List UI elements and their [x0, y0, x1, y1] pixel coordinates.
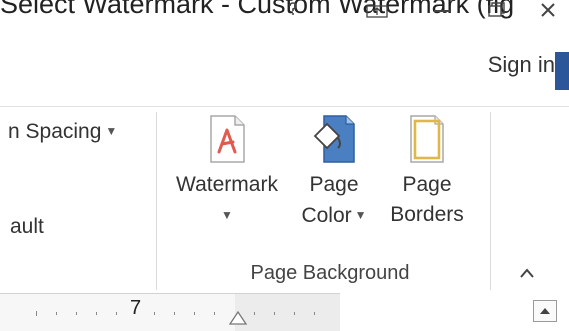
page-borders-button[interactable]: Page Borders: [377, 114, 477, 230]
page-color-button[interactable]: Page Color ▼: [296, 114, 372, 231]
ruler-tick: [314, 312, 315, 315]
page-borders-label-line2: Borders: [390, 203, 464, 226]
window-controls: [0, 0, 569, 28]
scroll-up-button[interactable]: [533, 300, 557, 322]
account-accent-edge: [555, 52, 569, 90]
paragraph-spacing-label: n Spacing: [8, 120, 102, 143]
group-separator: [490, 112, 491, 290]
watermark-button[interactable]: Watermark ▼: [168, 114, 286, 230]
ruler-tick: [56, 312, 57, 315]
paragraph-spacing-button[interactable]: n Spacing ▼: [8, 120, 117, 144]
chevron-down-icon: ▼: [221, 208, 233, 222]
ruler-tick: [76, 312, 77, 315]
ribbon-display-icon[interactable]: [366, 2, 388, 23]
indent-marker-icon[interactable]: [228, 308, 248, 331]
ruler-tick: [254, 312, 255, 315]
page-color-label-line1: Page: [309, 173, 359, 196]
ruler-tick: [36, 311, 37, 316]
ruler-tick: [154, 312, 155, 315]
ruler-tick: [214, 312, 215, 315]
ribbon-tab-bar: [0, 36, 569, 106]
set-as-default-button[interactable]: ault: [10, 215, 44, 239]
ruler-tick: [174, 312, 175, 315]
watermark-label: Watermark: [176, 173, 278, 196]
chevron-down-icon: ▼: [354, 208, 367, 222]
sign-in-link[interactable]: Sign in: [488, 52, 555, 78]
page-background-group-label: Page Background: [250, 262, 410, 284]
ruler-tick: [194, 312, 195, 315]
watermark-icon: [210, 115, 245, 163]
ruler-tick: [274, 312, 275, 315]
set-as-default-label: ault: [10, 215, 44, 238]
ruler-number: 7: [130, 297, 142, 319]
help-icon[interactable]: [287, 2, 299, 21]
ruler-tick: [96, 312, 97, 315]
page-color-icon: [313, 115, 355, 163]
collapse-ribbon-icon[interactable]: [519, 263, 535, 284]
triangle-up-icon: [540, 308, 550, 314]
page-borders-label-line1: Page: [402, 173, 452, 196]
page-borders-icon: [410, 115, 444, 163]
horizontal-ruler[interactable]: 7: [0, 293, 340, 331]
chevron-down-icon: ▼: [105, 124, 118, 138]
restore-icon[interactable]: [487, 2, 505, 23]
close-icon[interactable]: [539, 2, 557, 23]
ruler-tick: [294, 312, 295, 315]
group-separator: [156, 112, 157, 290]
page-color-label-line2: Color: [301, 204, 352, 227]
ruler-tick: [116, 312, 117, 315]
minimize-icon[interactable]: [433, 2, 451, 23]
